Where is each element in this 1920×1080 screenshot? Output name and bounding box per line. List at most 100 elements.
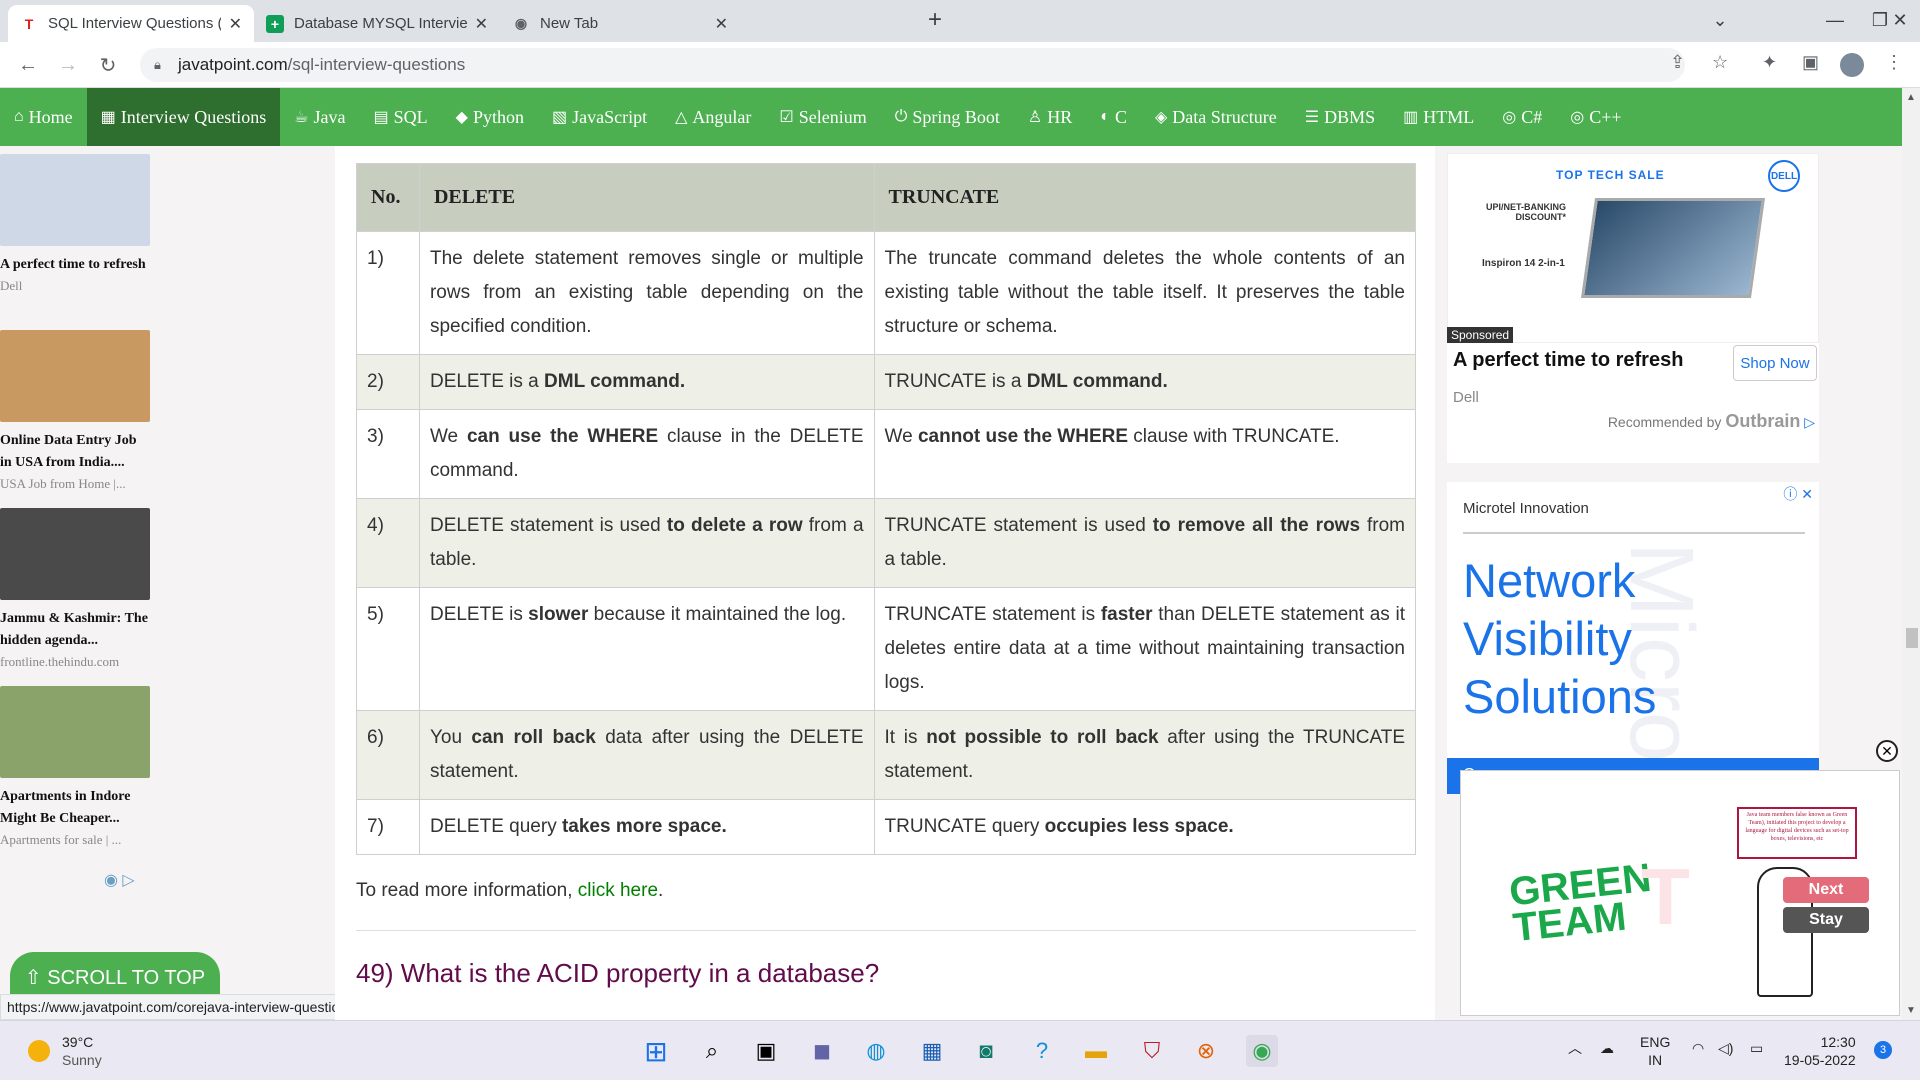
csharp-icon: ◎ [1502,109,1517,126]
divider [1463,532,1805,534]
outbrain-ad[interactable]: TOP TECH SALE UPI/NET-BANKING DISCOUNT* … [1447,153,1819,463]
nav-selenium[interactable]: ☑ Selenium [765,88,880,146]
header-no: No. [356,163,420,232]
windows-taskbar: 39°C Sunny ⊞ ⌕ ▣ ◼ ◍ ▦ ◙ ? ▬ ⛉ ⊗ ◉ ︿ ☁ EN… [0,1020,1920,1080]
interview-icon: ▦ [100,109,116,126]
file-explorer-icon[interactable]: ▬ [1080,1035,1112,1067]
nav-javascript[interactable]: ▧ JavaScript [538,88,661,146]
scroll-down-icon[interactable]: ▼ [1906,1005,1916,1016]
delete-cell: DELETE query takes more space. [418,799,875,855]
row-number: 1) [356,231,420,355]
help-icon[interactable]: ? [1026,1035,1058,1067]
sun-icon [28,1040,50,1062]
bookmark-star-icon[interactable]: ☆ [1712,52,1728,73]
page-scrollbar[interactable]: ▲ ▼ [1902,88,1920,1020]
nav-angular[interactable]: △ Angular [661,88,765,146]
delete-cell: DELETE statement is used to delete a row… [418,498,875,588]
back-icon[interactable]: ← [14,51,42,79]
close-popup-icon[interactable]: ✕ [1876,740,1898,762]
nav-spring-boot[interactable]: ⏻ Spring Boot [881,88,1014,146]
mcafee-icon[interactable]: ⛉ [1136,1035,1168,1067]
ad-image [0,154,150,246]
task-view-icon[interactable]: ▣ [750,1035,782,1067]
nav-home[interactable]: ⌂ Home [0,88,87,146]
tab-sql-interview[interactable]: T SQL Interview Questions (2022) - ✕ [8,5,254,42]
share-icon[interactable]: ⇪ [1670,52,1685,73]
truncate-cell: TRUNCATE statement is used to remove all… [873,498,1417,588]
click-here-link[interactable]: click here [578,880,658,901]
truncate-cell: The truncate command deletes the whole c… [873,231,1417,355]
laptop-image [1580,198,1766,298]
spring-icon: ⏻ [894,108,908,125]
close-tab-icon[interactable]: ✕ [229,14,242,34]
chrome-icon[interactable]: ◉ [1246,1035,1278,1067]
nav-java[interactable]: ☕︎ Java [280,88,359,146]
extensions-icon[interactable]: ✦ [1762,52,1777,73]
truncate-cell: It is not possible to roll back after us… [873,710,1417,800]
angular-icon: △ [675,109,688,126]
green-team-popup[interactable]: GREEN TEAM T Java team members false know… [1460,770,1900,1016]
language-indicator[interactable]: ENG IN [1640,1033,1670,1069]
left-ad-apartments[interactable]: Apartments in Indore Might Be Cheaper...… [0,686,150,848]
nav-html[interactable]: ▥ HTML [1389,88,1488,146]
wifi-icon[interactable]: ◠ [1692,1039,1704,1057]
clock[interactable]: 12:30 19-05-2022 [1784,1033,1856,1069]
green-team-logo: GREEN TEAM [1507,855,1654,951]
ad-image [0,330,150,422]
xampp-icon[interactable]: ⊗ [1190,1035,1222,1067]
tab-search-icon[interactable]: ⌄ [1700,0,1740,40]
stay-button[interactable]: Stay [1783,907,1869,933]
show-hidden-icons[interactable]: ︿ [1568,1039,1582,1057]
nav-sql[interactable]: ▤ SQL [360,88,442,146]
table-row: 3) We can use the WHERE clause in the DE… [356,409,1417,499]
lock-icon: 🔒︎ [154,57,161,72]
profile-avatar[interactable] [1840,53,1864,77]
nav-dbms[interactable]: ☰ DBMS [1291,88,1389,146]
battery-icon[interactable]: ▭ [1750,1039,1763,1057]
nav-csharp[interactable]: ◎ C# [1488,88,1556,146]
app-icon[interactable]: ◙ [970,1035,1002,1067]
teams-chat-icon[interactable]: ◼ [806,1035,838,1067]
shop-now-button[interactable]: Shop Now [1733,345,1817,381]
nav-interview-questions[interactable]: ▦ Interview Questions [86,88,281,146]
main-content: No. DELETE TRUNCATE 1) The delete statem… [335,146,1435,1020]
nav-c[interactable]: ◐ C [1086,88,1141,146]
minimize-icon[interactable]: — [1815,0,1855,40]
forward-icon[interactable]: → [54,51,82,79]
scrollbar-thumb[interactable] [1906,628,1918,648]
tab-database-mysql[interactable]: + Database MYSQL Interview Ques ✕ [254,5,500,42]
microtel-ad[interactable]: Micro ⓘ ✕ Microtel Innovation Network Vis… [1447,482,1819,794]
windows-start-icon[interactable]: ⊞ [640,1035,672,1067]
url-bar[interactable]: 🔒︎ javatpoint.com/sql-interview-question… [140,48,1685,82]
side-panel-icon[interactable]: ▣ [1802,52,1819,73]
weather-widget[interactable]: 39°C Sunny [28,1033,102,1069]
adchoices-icon[interactable]: ◉ ▷ [104,870,135,890]
scroll-up-icon[interactable]: ▲ [1906,92,1916,103]
nav-hr[interactable]: ♙ HR [1014,88,1086,146]
row-number: 2) [356,354,420,410]
onedrive-icon[interactable]: ☁ [1600,1039,1614,1057]
tab-new-tab[interactable]: ◉ New Tab ✕ [500,5,740,42]
edge-icon[interactable]: ◍ [860,1035,892,1067]
left-ad-jammu[interactable]: Jammu & Kashmir: The hidden agenda... fr… [0,508,150,670]
volume-icon[interactable]: ◁) [1718,1039,1733,1057]
search-icon[interactable]: ⌕ [696,1035,728,1067]
close-tab-icon[interactable]: ✕ [715,14,728,34]
table-header-row: No. DELETE TRUNCATE [356,163,1417,232]
left-ad-dell[interactable]: A perfect time to refresh Dell [0,154,150,294]
nav-python[interactable]: ◆ Python [442,88,538,146]
nav-cpp[interactable]: ◎ C++ [1556,88,1635,146]
left-ad-data-entry[interactable]: Online Data Entry Job in USA from India.… [0,330,150,492]
ad-source: Dell [1453,389,1479,406]
recommended-by[interactable]: Recommended by Outbrain ▷ [1608,411,1815,432]
notification-badge[interactable]: 3 [1874,1041,1892,1059]
ad-close-icon[interactable]: ⓘ ✕ [1783,484,1813,504]
store-icon[interactable]: ▦ [916,1035,948,1067]
menu-icon[interactable]: ⋮ [1885,52,1903,73]
close-window-icon[interactable]: ✕ [1880,0,1920,40]
reload-icon[interactable]: ↻ [94,51,122,79]
nav-data-structure[interactable]: ◈ Data Structure [1141,88,1291,146]
next-button[interactable]: Next [1783,877,1869,903]
new-tab-button[interactable]: + [915,0,955,40]
close-tab-icon[interactable]: ✕ [475,14,488,34]
